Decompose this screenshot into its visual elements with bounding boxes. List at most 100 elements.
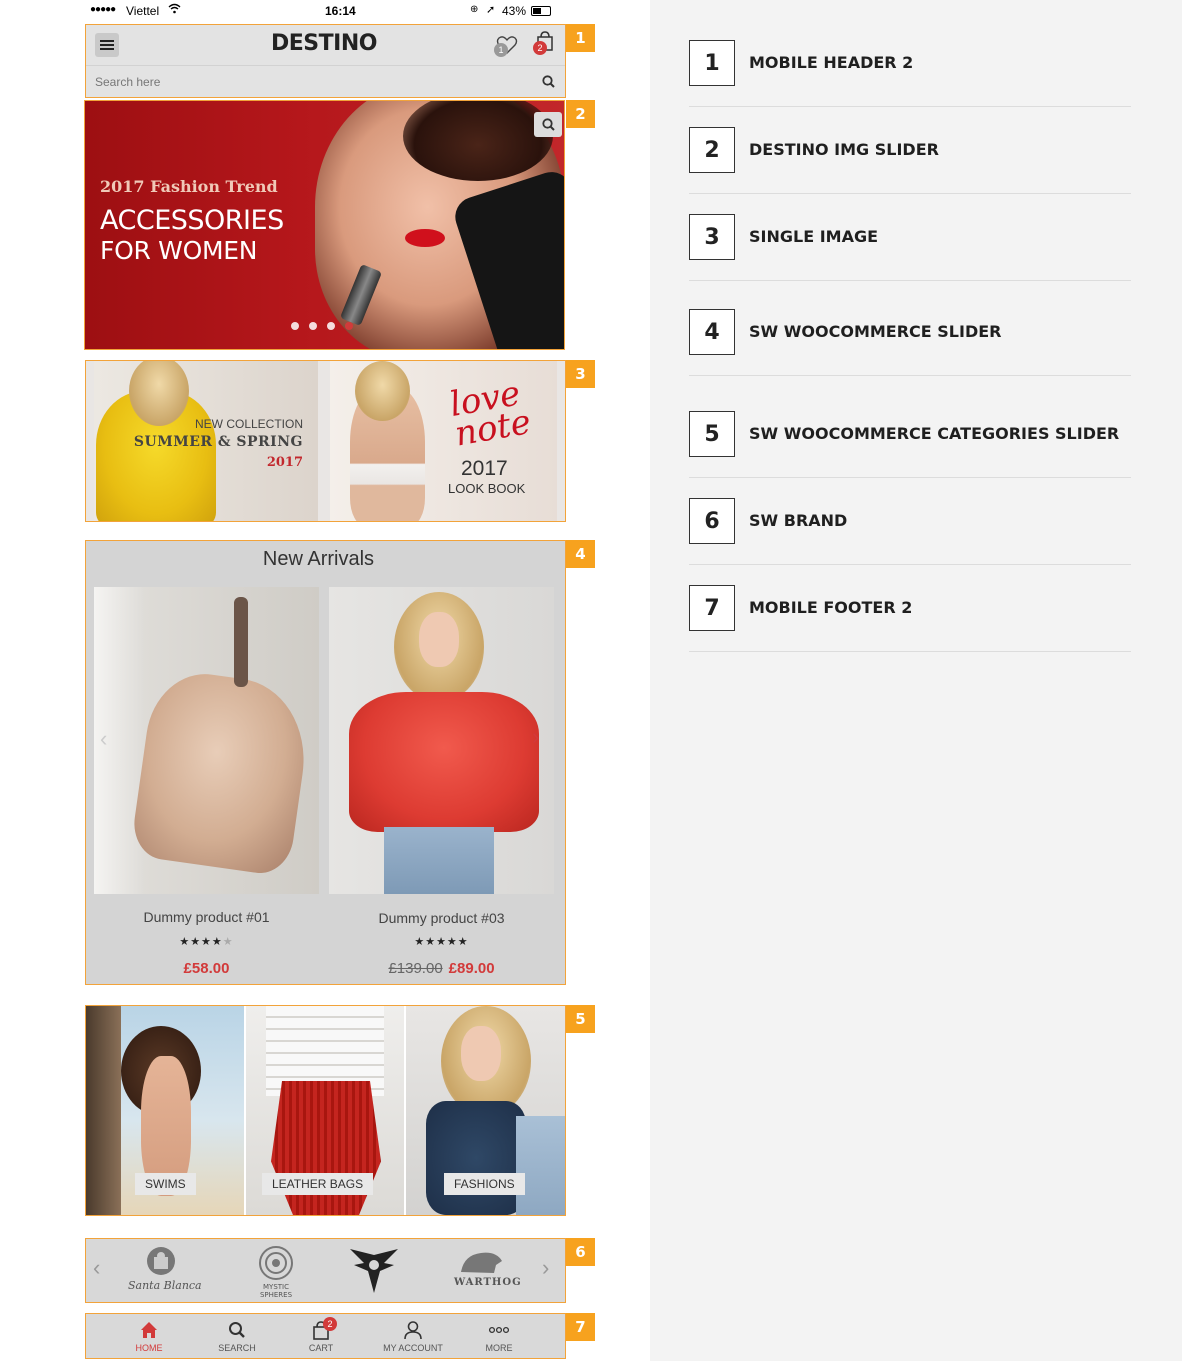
- legend-number: 2: [689, 127, 735, 173]
- wishlist-button[interactable]: 1: [494, 35, 518, 57]
- legend-number: 7: [689, 585, 735, 631]
- cart-count-badge: 2: [323, 1317, 337, 1331]
- legend-row: 7 MOBILE FOOTER 2: [689, 585, 1131, 652]
- product-image-3[interactable]: [329, 587, 554, 894]
- slider-dot[interactable]: [327, 322, 335, 330]
- footer-nav-my-account[interactable]: MY ACCOUNT: [373, 1314, 453, 1358]
- slider-search-button[interactable]: [534, 112, 562, 137]
- legend-panel: 1 MOBILE HEADER 2 2 DESTINO IMG SLIDER 3…: [650, 0, 1182, 1361]
- legend-row: 3 SINGLE IMAGE: [689, 214, 1131, 281]
- category-card-leather-bags[interactable]: LEATHER BAGS: [246, 1006, 404, 1215]
- more-icon: [488, 1326, 510, 1334]
- product-price-block: £139.00 £89.00: [329, 960, 554, 977]
- search-input[interactable]: Search here: [95, 75, 160, 89]
- banner-summer-collection[interactable]: NEW COLLECTION SUMMER & SPRING 2017: [94, 361, 318, 521]
- legend-label: SW WOOCOMMERCE CATEGORIES SLIDER: [749, 424, 1120, 443]
- signal-dots-icon: ●●●●●: [90, 4, 116, 15]
- cart-count-badge: 2: [533, 41, 547, 55]
- menu-button[interactable]: [95, 33, 119, 57]
- footer-nav-cart[interactable]: 2 CART: [281, 1314, 361, 1358]
- brand-name: MYSTIC SPHERES: [259, 1283, 293, 1299]
- lookbook-year: 2017: [461, 457, 508, 480]
- slider-dot-active[interactable]: [345, 322, 353, 330]
- product-name[interactable]: Dummy product #03: [329, 910, 554, 926]
- section-tag-7: 7: [566, 1313, 595, 1341]
- footer-nav-label: MORE: [485, 1343, 513, 1353]
- blue-top-shape: [426, 1101, 526, 1215]
- next-arrow-icon[interactable]: ›: [542, 1255, 549, 1281]
- brand-logo-santa-blanca[interactable]: Santa Blanca: [126, 1245, 202, 1297]
- category-label: FASHIONS: [444, 1173, 525, 1195]
- legend-number: 1: [689, 40, 735, 86]
- lookbook-script-text: love note: [446, 373, 534, 455]
- clock: 16:14: [325, 4, 356, 18]
- section-tag-4: 4: [566, 540, 595, 568]
- logo-text: DESTINO: [271, 31, 377, 56]
- banner-lookbook[interactable]: love note 2017 LOOK BOOK: [330, 361, 557, 521]
- red-blouse-shape: [349, 692, 539, 832]
- category-card-fashions[interactable]: FASHIONS: [406, 1006, 565, 1215]
- search-bar[interactable]: Search here: [86, 65, 565, 97]
- legend-number: 4: [689, 309, 735, 355]
- product-slider: New Arrivals ‹ › Dummy product #01 ★★★★★…: [86, 541, 565, 984]
- mobile-header: DESTINO 1 2 Search here: [86, 25, 565, 97]
- legend-number: 5: [689, 411, 735, 457]
- product-name[interactable]: Dummy product #01: [94, 909, 319, 925]
- category-label: SWIMS: [135, 1173, 196, 1195]
- wishlist-count-badge: 1: [494, 43, 508, 57]
- brand-name: Santa Blanca: [128, 1279, 202, 1292]
- section-tag-6: 6: [566, 1238, 595, 1266]
- brand-logo-eagle[interactable]: [341, 1245, 407, 1297]
- section-title: New Arrivals: [262, 548, 375, 570]
- brand-name: WARTHOG: [454, 1277, 522, 1288]
- slide-subtitle: 2017 Fashion Trend: [100, 177, 278, 196]
- categories-slider: SWIMS LEATHER BAGS FASHIONS: [86, 1006, 565, 1215]
- image-slider[interactable]: 2017 Fashion Trend ACCESSORIES FOR WOMEN: [85, 101, 564, 349]
- slider-dot[interactable]: [291, 322, 299, 330]
- slider-dot[interactable]: [309, 322, 317, 330]
- footer-nav-label: HOME: [135, 1343, 163, 1353]
- model-face-shape: [419, 612, 459, 667]
- footer-nav-more[interactable]: MORE: [459, 1314, 539, 1358]
- footer-nav-search[interactable]: SEARCH: [197, 1314, 277, 1358]
- brand-logo-mystic-spheres[interactable]: MYSTIC SPHERES: [241, 1245, 311, 1299]
- wifi-icon: [168, 3, 181, 17]
- legend-label: SW BRAND: [749, 511, 848, 530]
- banner-year-label: 2017: [266, 455, 303, 470]
- footer-nav-label: CART: [308, 1343, 334, 1353]
- carrier-name: Viettel: [126, 4, 160, 18]
- footer-nav-home[interactable]: HOME: [109, 1314, 189, 1358]
- legend-row: 1 MOBILE HEADER 2: [689, 40, 1131, 107]
- product-price: £58.00: [183, 960, 230, 977]
- rating-stars-filled: ★★★★: [179, 936, 223, 948]
- product-rating: ★★★★★: [329, 935, 554, 948]
- cart-button[interactable]: 2: [533, 31, 560, 57]
- brand-logo-warthog[interactable]: WARTHOG: [446, 1245, 521, 1297]
- legend-row: 2 DESTINO IMG SLIDER: [689, 127, 1131, 194]
- legend-label: DESTINO IMG SLIDER: [749, 140, 939, 159]
- product-image-1[interactable]: [94, 587, 319, 894]
- legend-row: 5 SW WOOCOMMERCE CATEGORIES SLIDER: [689, 411, 1131, 478]
- section-tag-5: 5: [566, 1005, 595, 1033]
- footer-nav-label: MY ACCOUNT: [383, 1343, 443, 1353]
- section-tag-1: 1: [566, 24, 595, 52]
- legend-label: SW WOOCOMMERCE SLIDER: [749, 322, 1002, 341]
- user-icon: [404, 1321, 422, 1340]
- search-icon[interactable]: [542, 75, 555, 88]
- prev-arrow-icon[interactable]: ‹: [93, 1255, 100, 1281]
- legend-number: 3: [689, 214, 735, 260]
- bag-strap-shape: [234, 597, 248, 687]
- single-image-banner[interactable]: NEW COLLECTION SUMMER & SPRING 2017 love…: [86, 361, 565, 521]
- battery-icon: [531, 6, 551, 16]
- legend-row: 6 SW BRAND: [689, 498, 1131, 565]
- legend-label: MOBILE HEADER 2: [749, 53, 914, 72]
- jeans-shape: [384, 827, 494, 894]
- legend-row: 4 SW WOOCOMMERCE SLIDER: [689, 309, 1131, 376]
- legend-number: 6: [689, 498, 735, 544]
- category-card-swims[interactable]: SWIMS: [86, 1006, 244, 1215]
- prev-arrow-icon[interactable]: ‹: [100, 726, 107, 752]
- home-icon: [141, 1322, 157, 1338]
- site-logo[interactable]: DESTINO: [271, 31, 377, 56]
- next-arrow-icon[interactable]: ›: [532, 724, 539, 750]
- model-face-shape: [461, 1026, 501, 1081]
